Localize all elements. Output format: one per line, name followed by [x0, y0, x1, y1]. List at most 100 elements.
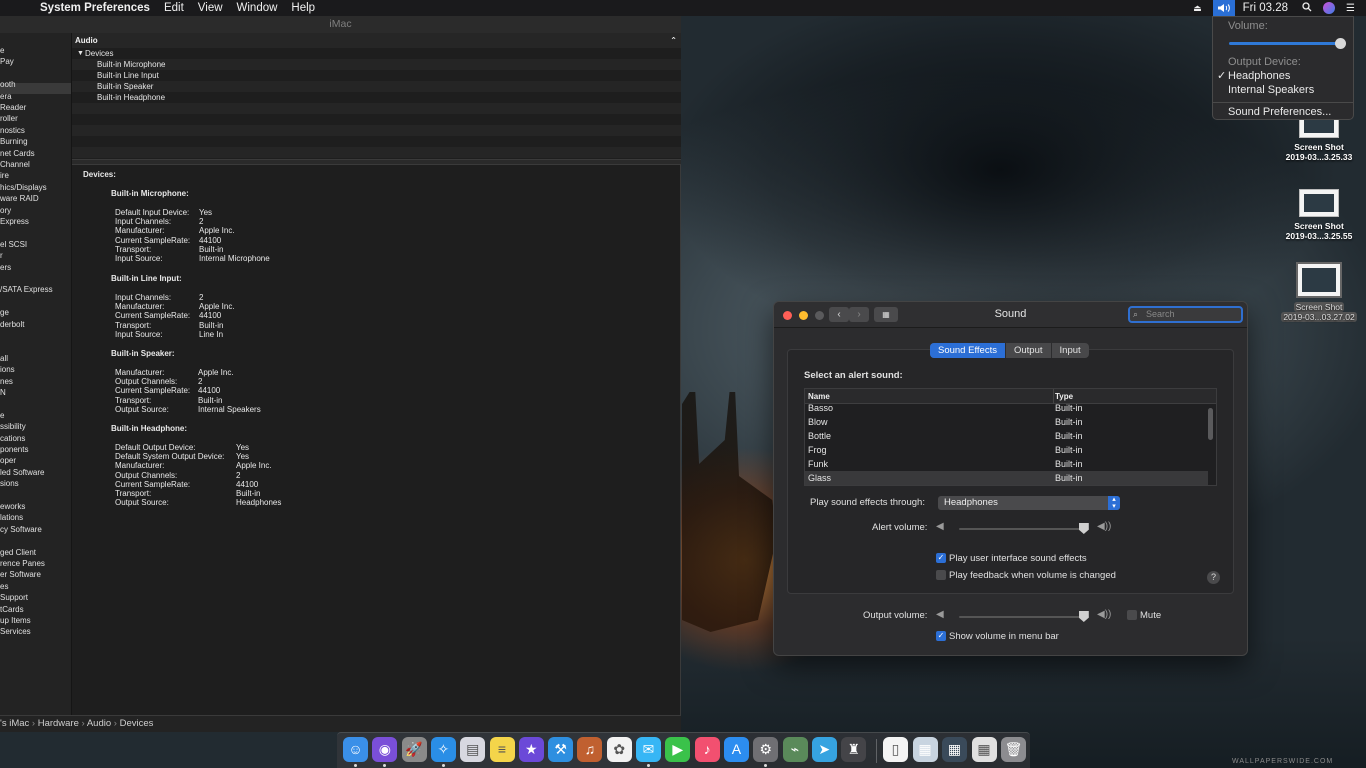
scrollbar[interactable] [1208, 408, 1213, 440]
sidebar-item[interactable]: nostics [0, 126, 25, 135]
finder-icon[interactable]: ☺ [343, 737, 368, 762]
sidebar-item[interactable]: lations [0, 513, 23, 522]
output-option-internal-speakers[interactable]: Internal Speakers [1228, 84, 1314, 96]
sidebar-item[interactable]: Express [0, 217, 29, 226]
list-item[interactable]: Built-in Microphone [72, 59, 681, 70]
path-segment[interactable]: Hardware [38, 718, 79, 729]
list-item[interactable]: Built-in Line Input [72, 70, 681, 81]
volume-feedback-checkbox[interactable] [936, 570, 946, 580]
photos-icon[interactable]: ✿ [606, 737, 632, 762]
sidebar-item[interactable]: eworks [0, 502, 25, 511]
sidebar-item[interactable]: /SATA Express [0, 285, 53, 294]
path-segment[interactable]: Devices [120, 718, 154, 729]
table-row[interactable]: Blow Built-in [805, 415, 1208, 429]
sidebar-item[interactable]: es [0, 582, 8, 591]
sidebar-item[interactable]: ooth [0, 80, 16, 89]
desktop-file-screenshot-selected[interactable]: Screen Shot 2019-03...03.27.02 [1274, 262, 1364, 322]
sidebar-item[interactable]: ponents [0, 445, 28, 454]
table-row-selected[interactable]: Glass Built-in [805, 471, 1208, 485]
table-row[interactable]: Funk Built-in [805, 457, 1208, 471]
table-row[interactable]: Bottle Built-in [805, 429, 1208, 443]
notes-icon[interactable]: ≡ [489, 737, 515, 762]
sidebar-item[interactable]: oper [0, 456, 16, 465]
sidebar-item[interactable]: ged Client [0, 548, 36, 557]
imovie-icon[interactable]: ★ [518, 737, 544, 762]
mute-checkbox[interactable] [1127, 610, 1137, 620]
search-input[interactable]: ⌕ Search [1128, 306, 1243, 323]
path-segment[interactable]: Audio [87, 718, 111, 729]
sidebar-item[interactable]: sions [0, 479, 19, 488]
sidebar-item[interactable]: up Items [0, 616, 31, 625]
messages-icon[interactable]: ✉ [636, 737, 661, 762]
sidebar-item[interactable]: all [0, 354, 8, 363]
sidebar-item[interactable]: ers [0, 263, 11, 272]
sidebar-item[interactable]: N [0, 388, 6, 397]
window-thumbnail-icon-2[interactable]: ▦ [942, 737, 967, 762]
table-row[interactable]: Basso Built-in [805, 401, 1208, 415]
document-icon[interactable]: ▯ [883, 737, 908, 762]
group-row[interactable]: ▼ Devices [72, 48, 681, 59]
disclosure-triangle-icon[interactable]: ▼ [77, 48, 84, 59]
sidebar-item[interactable]: e [0, 46, 4, 55]
siri-icon[interactable]: ◉ [372, 737, 398, 762]
list-item[interactable]: Built-in Headphone [72, 92, 681, 103]
clock[interactable]: Fri 03.28 [1243, 2, 1288, 14]
sidebar-item[interactable]: ware RAID [0, 194, 39, 203]
volume-status-icon[interactable] [1212, 0, 1235, 16]
garageband-icon[interactable]: ♫ [577, 737, 603, 762]
trash-icon[interactable]: 🗑 [1001, 737, 1026, 762]
system-preferences-icon[interactable]: ⚙ [753, 737, 779, 762]
sidebar-item[interactable]: era [0, 92, 12, 101]
xcode-icon[interactable]: ⚒ [548, 737, 574, 762]
help-button[interactable]: ? [1207, 571, 1220, 584]
sidebar-item[interactable]: ory [0, 206, 11, 215]
sidebar-item[interactable]: hics/Displays [0, 183, 47, 192]
sidebar-item[interactable]: ions [0, 365, 15, 374]
sidebar-item[interactable]: Channel [0, 160, 30, 169]
sidebar-item[interactable]: er Software [0, 570, 41, 579]
tab-output[interactable]: Output [1006, 343, 1052, 358]
menu-app-name[interactable]: System Preferences [40, 2, 150, 14]
tab-input[interactable]: Input [1052, 343, 1089, 358]
volume-slider-knob[interactable] [1335, 38, 1346, 49]
sidebar-item[interactable]: Support [0, 593, 28, 602]
sidebar-item[interactable]: Burning [0, 137, 28, 146]
sidebar-item[interactable]: Services [0, 627, 31, 636]
facetime-icon[interactable]: ▶ [665, 737, 691, 762]
telegram-icon[interactable]: ➤ [811, 737, 837, 762]
volume-slider[interactable] [1229, 42, 1341, 45]
sidebar-item[interactable]: ssibility [0, 422, 26, 431]
list-header[interactable]: Audio ⌃ [72, 33, 681, 48]
output-option-headphones[interactable]: Headphones [1228, 70, 1290, 82]
automator-icon[interactable]: ♜ [841, 737, 867, 762]
sidebar-item[interactable]: led Software [0, 468, 44, 477]
alert-volume-slider[interactable] [959, 528, 1089, 530]
sidebar-item[interactable]: rence Panes [0, 559, 45, 568]
spotlight-icon[interactable] [1302, 1, 1312, 15]
menu-window[interactable]: Window [237, 2, 278, 14]
sidebar-item[interactable]: tCards [0, 605, 24, 614]
eject-icon[interactable]: ⏏ [1193, 3, 1202, 14]
window-thumbnail-icon[interactable]: ▦ [912, 737, 938, 762]
menu-view[interactable]: View [198, 2, 223, 14]
sidebar-item[interactable]: e [0, 411, 4, 420]
launchpad-icon[interactable]: 🚀 [401, 737, 427, 762]
sidebar-item[interactable]: Pay [0, 57, 14, 66]
list-item[interactable]: Built-in Speaker [72, 81, 681, 92]
notification-center-icon[interactable]: ☰ [1346, 3, 1355, 14]
desktop-file-screenshot[interactable]: Screen Shot 2019-03...3.25.55 [1274, 189, 1364, 241]
sidebar-item[interactable]: roller [0, 114, 18, 123]
safari-icon[interactable]: ✧ [430, 737, 456, 762]
play-ui-sounds-checkbox[interactable]: ✓ [936, 553, 946, 563]
sidebar-item[interactable]: r [0, 251, 3, 260]
output-volume-knob[interactable] [1078, 611, 1089, 622]
music-icon[interactable]: ♪ [694, 737, 720, 762]
collapse-chevron-icon[interactable]: ⌃ [670, 33, 677, 48]
show-volume-checkbox[interactable]: ✓ [936, 631, 946, 641]
sound-preferences-item[interactable]: Sound Preferences... [1228, 106, 1331, 118]
sidebar-item[interactable]: cy Software [0, 525, 42, 534]
tab-sound-effects[interactable]: Sound Effects [930, 343, 1006, 358]
table-row[interactable]: Frog Built-in [805, 443, 1208, 457]
menu-help[interactable]: Help [291, 2, 315, 14]
menu-edit[interactable]: Edit [164, 2, 184, 14]
